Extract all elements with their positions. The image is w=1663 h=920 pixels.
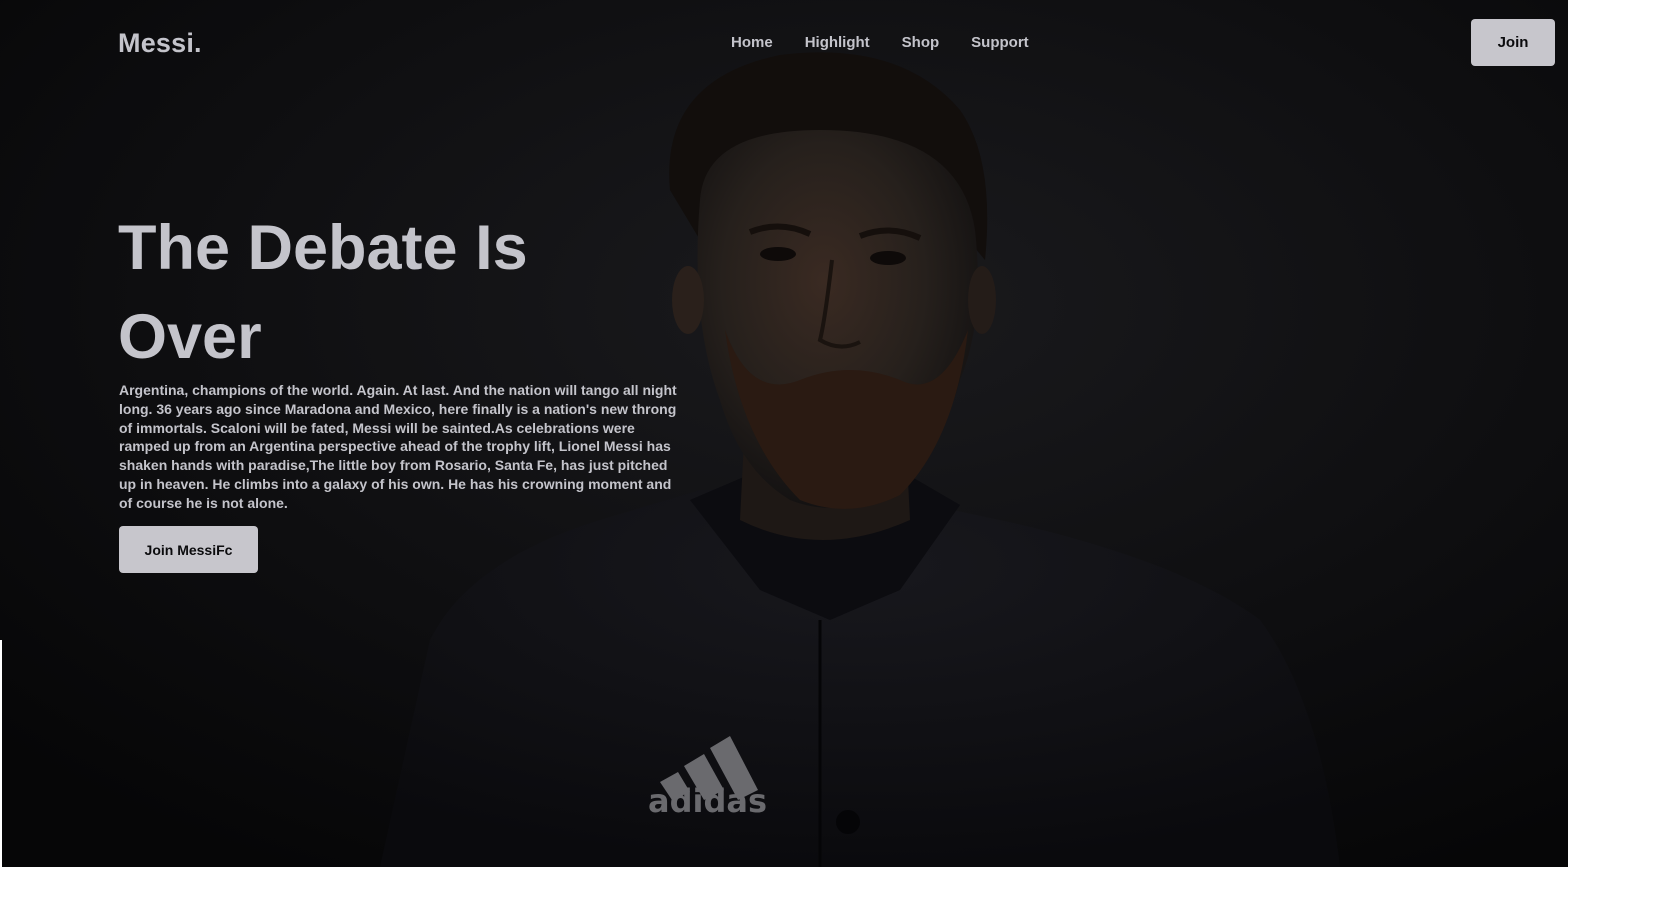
nav-link-home[interactable]: Home (731, 34, 773, 51)
nav-link-highlight[interactable]: Highlight (805, 34, 870, 51)
page-edge-strip (0, 640, 2, 867)
hero-body-text: Argentina, champions of the world. Again… (119, 382, 677, 511)
main-nav: Home Highlight Shop Support (731, 34, 1061, 51)
hero-section: adidas Messi. Home Highlight Shop Suppor… (0, 0, 1568, 867)
join-button[interactable]: Join (1471, 19, 1555, 66)
join-messifc-button[interactable]: Join MessiFc (119, 526, 258, 573)
hero-headline: The Debate Is Over (118, 213, 528, 372)
nav-link-support[interactable]: Support (971, 34, 1029, 51)
adidas-logo-text: adidas (648, 782, 767, 820)
site-logo[interactable]: Messi. (118, 28, 202, 59)
nav-link-shop[interactable]: Shop (902, 34, 940, 51)
